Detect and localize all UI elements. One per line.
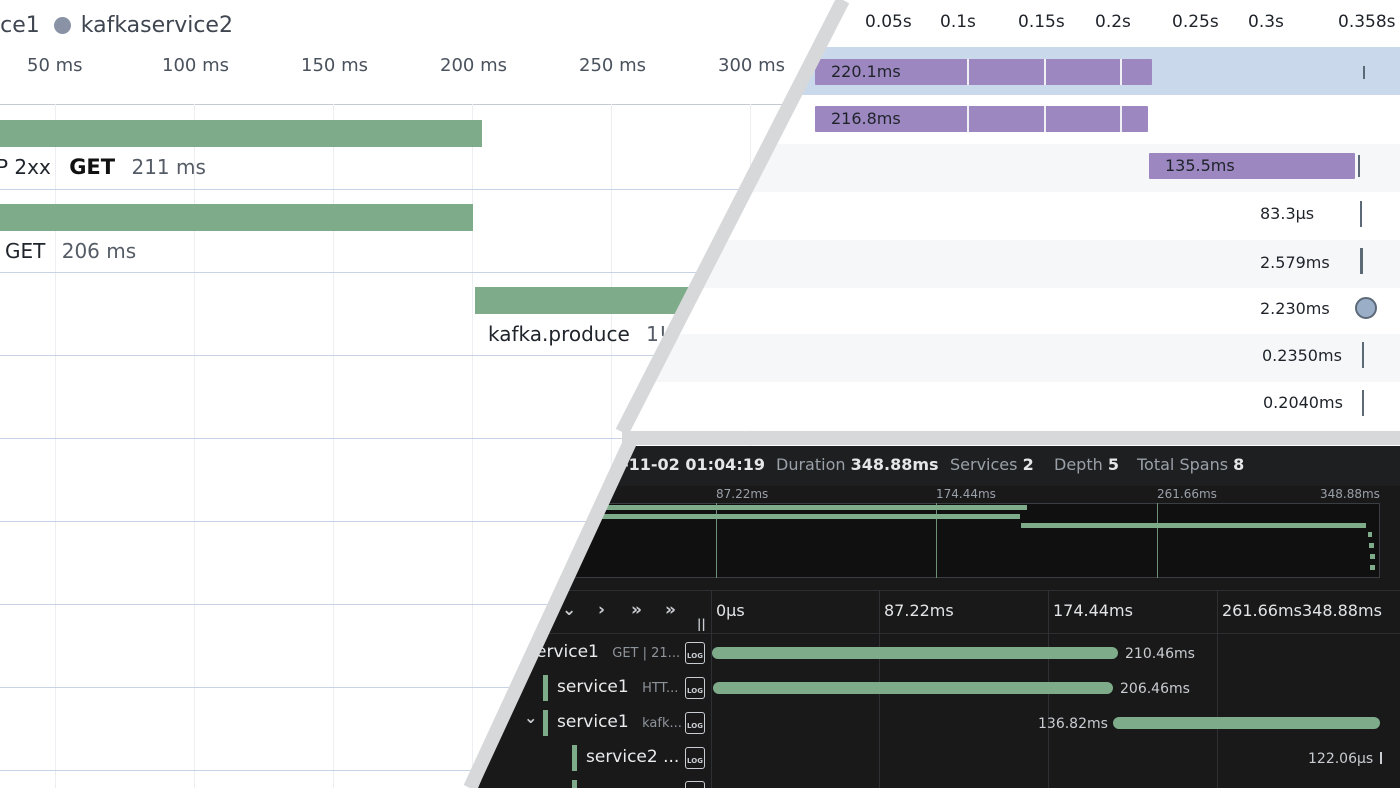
trace-comparison-collage: ice1 kafkaservice2 50 ms 100 ms 150 ms 2…	[0, 0, 1400, 788]
panel-separators	[463, 0, 1400, 788]
diagonal-separator	[615, 0, 850, 436]
diagonal-separator-lower	[463, 437, 638, 788]
